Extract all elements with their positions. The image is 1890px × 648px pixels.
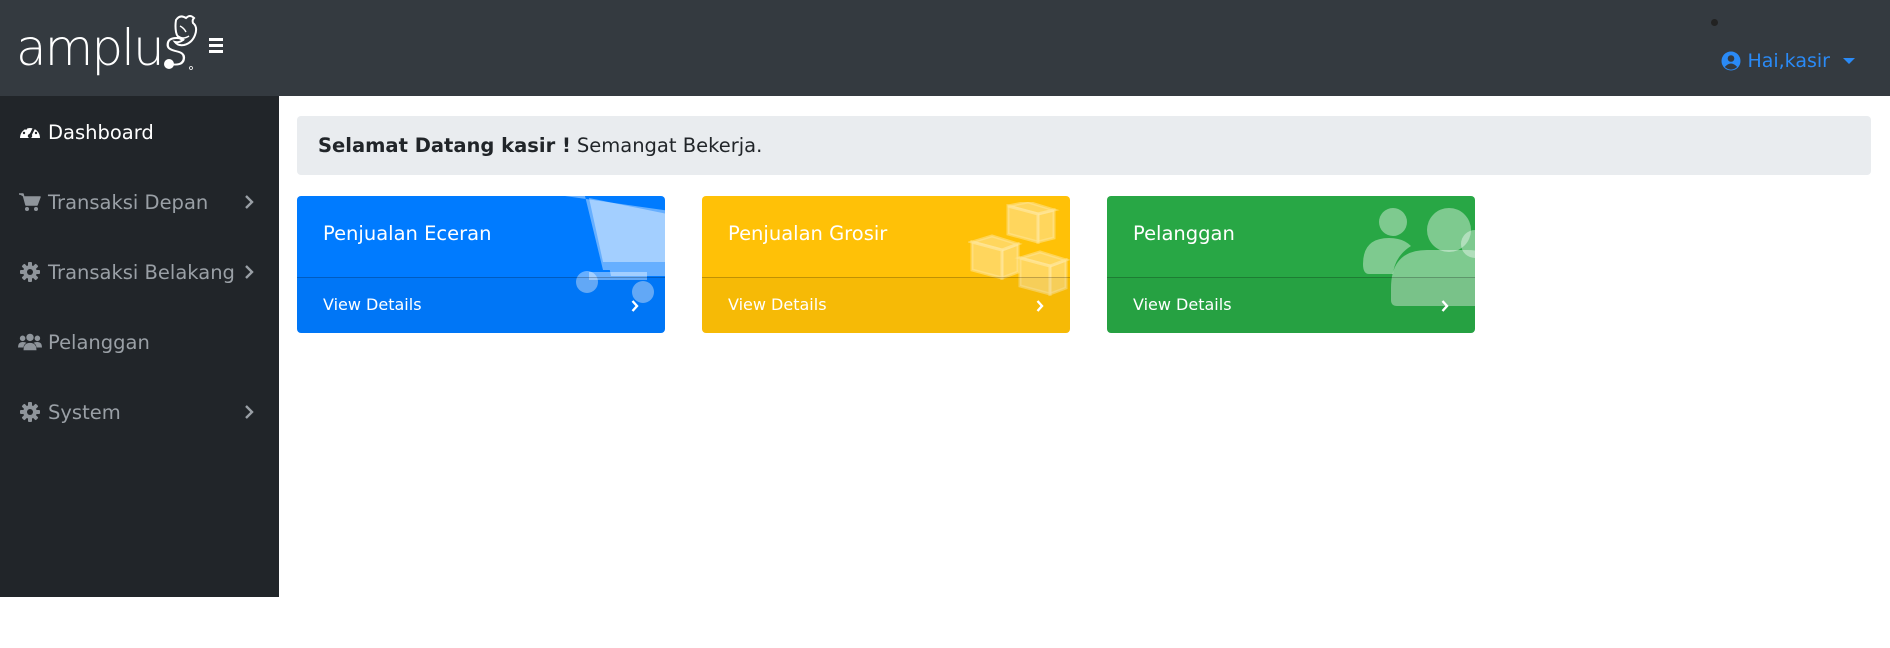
gear-icon	[18, 400, 42, 424]
chevron-right-icon	[1441, 300, 1449, 312]
sidebar-item-transaksi-belakang[interactable]: Transaksi Belakang	[0, 250, 279, 294]
rooster-logo-icon	[164, 15, 198, 70]
sidebar-item-label: Dashboard	[48, 120, 154, 144]
card-penjualan-grosir: Penjualan Grosir View Details	[702, 196, 1070, 333]
chevron-right-icon	[245, 265, 254, 279]
view-details-link[interactable]: View Details	[297, 277, 665, 333]
card-footer-label: View Details	[323, 295, 422, 314]
sidebar-item-dashboard[interactable]: Dashboard	[0, 110, 279, 154]
caret-down-icon	[1843, 58, 1855, 64]
chevron-right-icon	[245, 195, 254, 209]
indicator-dot	[1711, 19, 1718, 26]
sidebar-item-transaksi-depan[interactable]: Transaksi Depan	[0, 180, 279, 224]
user-menu-dropdown[interactable]: Hai,kasir	[1721, 48, 1856, 74]
card-body: Penjualan Eceran	[297, 196, 665, 277]
sidebar: Dashboard Transaksi Depan Transaksi Bela…	[0, 96, 279, 597]
card-body: Penjualan Grosir	[702, 196, 1070, 277]
chevron-right-icon	[1036, 300, 1044, 312]
card-penjualan-eceran: Penjualan Eceran View Details	[297, 196, 665, 333]
sidebar-item-label: Transaksi Belakang	[48, 260, 235, 284]
gear-icon	[18, 260, 42, 284]
sidebar-item-label: Pelanggan	[48, 330, 150, 354]
sidebar-item-pelanggan[interactable]: Pelanggan	[0, 320, 279, 364]
card-footer-label: View Details	[728, 295, 827, 314]
view-details-link[interactable]: View Details	[1107, 277, 1475, 333]
tachometer-icon	[18, 120, 42, 144]
view-details-link[interactable]: View Details	[702, 277, 1070, 333]
user-greeting: Hai,kasir	[1747, 50, 1830, 72]
chevron-right-icon	[245, 405, 254, 419]
chevron-right-icon	[631, 300, 639, 312]
welcome-greeting: Selamat Datang kasir !	[318, 134, 571, 157]
main-content: Selamat Datang kasir ! Semangat Bekerja.…	[279, 96, 1890, 648]
card-title: Penjualan Grosir	[728, 222, 888, 245]
shopping-cart-icon	[18, 190, 42, 214]
sidebar-item-label: Transaksi Depan	[48, 190, 209, 214]
user-circle-icon	[1721, 51, 1741, 71]
top-navbar: amplus Hai,kasir	[0, 0, 1890, 96]
card-pelanggan: Pelanggan View Details	[1107, 196, 1475, 333]
card-title: Penjualan Eceran	[323, 222, 492, 245]
welcome-message: Semangat Bekerja.	[576, 134, 763, 157]
sidebar-item-system[interactable]: System	[0, 390, 279, 434]
menu-toggle-button[interactable]	[207, 34, 227, 58]
hamburger-icon	[209, 38, 223, 53]
brand-logo[interactable]: amplus	[14, 14, 198, 77]
sidebar-item-label: System	[48, 400, 121, 424]
users-icon	[18, 330, 42, 354]
card-body: Pelanggan	[1107, 196, 1475, 277]
card-footer-label: View Details	[1133, 295, 1232, 314]
welcome-banner: Selamat Datang kasir ! Semangat Bekerja.	[297, 116, 1871, 175]
card-title: Pelanggan	[1133, 222, 1235, 245]
